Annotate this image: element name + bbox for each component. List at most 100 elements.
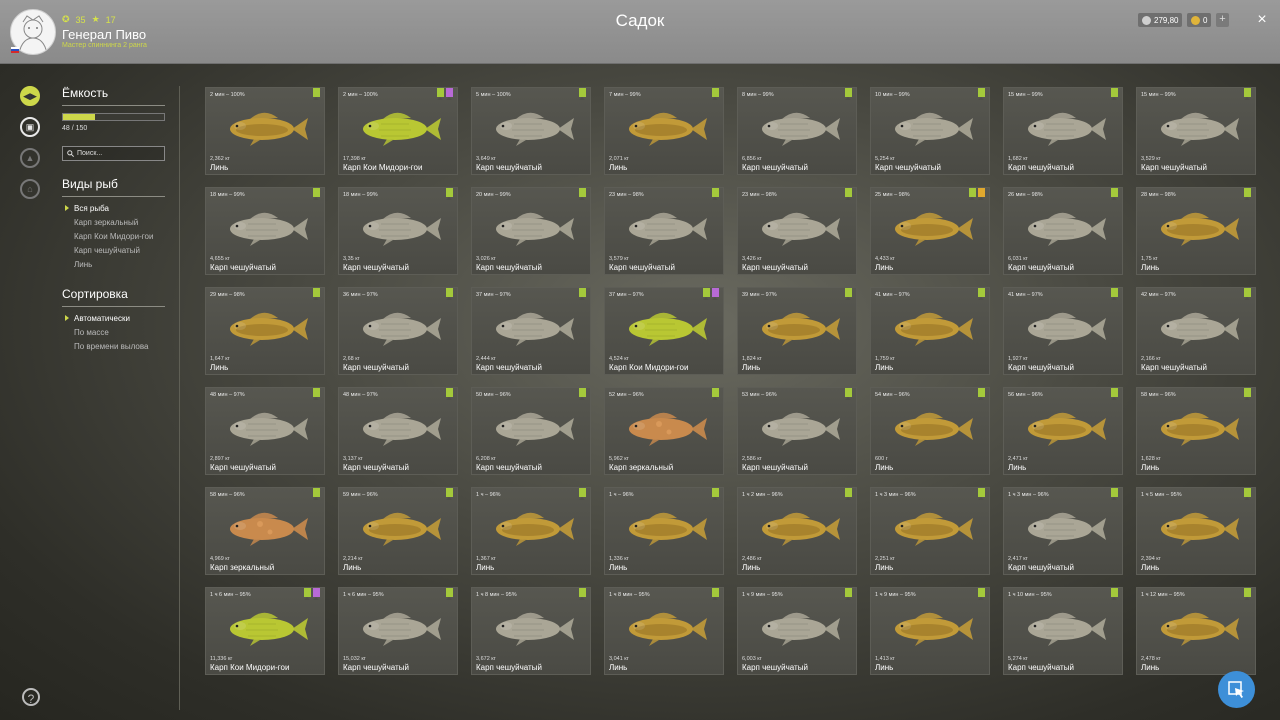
fish-name: Карп чешуйчатый bbox=[343, 463, 409, 472]
fish-card[interactable]: 53 мин – 96% 2,586 кг Карп чешуйчатый bbox=[737, 387, 857, 475]
fish-weight: 15,032 кг bbox=[343, 656, 366, 662]
fish-filter-option-all[interactable]: Вся рыба bbox=[62, 201, 165, 215]
fish-card[interactable]: 52 мин – 96% 5,962 кг Карп зеркальный bbox=[604, 387, 724, 475]
fish-card[interactable]: 23 мин – 98% 3,426 кг Карп чешуйчатый bbox=[737, 187, 857, 275]
fish-card[interactable]: 42 мин – 97% 2,166 кг Карп чешуйчатый bbox=[1136, 287, 1256, 375]
fish-card[interactable]: 1 ч 6 мин – 95% 11,336 кг Карп Кои Мидори-… bbox=[205, 587, 325, 675]
fish-weight: 2,071 кг bbox=[609, 156, 629, 162]
bookmark-green-icon bbox=[845, 288, 852, 300]
player-name[interactable]: Генерал Пиво bbox=[62, 27, 146, 42]
fish-card[interactable]: 1 ч 2 мин – 96% 2,486 кг Линь bbox=[737, 487, 857, 575]
fish-card[interactable]: 50 мин – 96% 6,208 кг Карп чешуйчатый bbox=[471, 387, 591, 475]
fish-card[interactable]: 18 мин – 99% 4,655 кг Карп чешуйчатый bbox=[205, 187, 325, 275]
sort-option-time[interactable]: По времени вылова bbox=[62, 339, 165, 353]
fish-card[interactable]: 58 мин – 96% 4,969 кг Карп зеркальный bbox=[205, 487, 325, 575]
fish-card[interactable]: 5 мин – 100% 3,649 кг Карп чешуйчатый bbox=[471, 87, 591, 175]
fish-weight: 5,274 кг bbox=[1008, 656, 1028, 662]
fish-image bbox=[363, 112, 441, 146]
player-level: 35 bbox=[75, 14, 86, 25]
bookmark-green-icon bbox=[969, 188, 976, 200]
fish-card[interactable]: 1 ч 9 мин – 95% 1,413 кг Линь bbox=[870, 587, 990, 675]
fish-card[interactable]: 25 мин – 98% 4,433 кг Линь bbox=[870, 187, 990, 275]
fish-card[interactable]: 59 мин – 96% 2,214 кг Линь bbox=[338, 487, 458, 575]
sort-option-auto[interactable]: Автоматически bbox=[62, 311, 165, 325]
catch-time: 41 мин – 97% bbox=[875, 292, 910, 298]
catch-time: 26 мин – 98% bbox=[1008, 192, 1043, 198]
fish-name: Линь bbox=[875, 263, 894, 272]
fish-card[interactable]: 41 мин – 97% 1,927 кг Карп чешуйчатый bbox=[1003, 287, 1123, 375]
keepnet-fish-icon[interactable]: ◀▶ bbox=[20, 86, 40, 106]
fish-card[interactable]: 1 ч 3 мин – 96% 2,251 кг Линь bbox=[870, 487, 990, 575]
fish-card[interactable]: 8 мин – 99% 6,856 кг Карп чешуйчатый bbox=[737, 87, 857, 175]
fish-card[interactable]: 1 ч 12 мин – 95% 2,478 кг Линь bbox=[1136, 587, 1256, 675]
fish-card[interactable]: 1 ч 8 мин – 95% 3,041 кг Линь bbox=[604, 587, 724, 675]
bookmark-green-icon bbox=[446, 488, 453, 500]
catch-time: 1 ч 2 мин – 96% bbox=[742, 492, 783, 498]
catch-time: 20 мин – 99% bbox=[476, 192, 511, 198]
catch-time: 10 мин – 99% bbox=[875, 92, 910, 98]
fish-filter-option-mirror[interactable]: Карп зеркальный bbox=[62, 215, 165, 229]
silver-balance[interactable]: 279,80 bbox=[1138, 13, 1183, 27]
catch-time: 50 мин – 96% bbox=[476, 392, 511, 398]
fish-filter-option-common[interactable]: Карп чешуйчатый bbox=[62, 243, 165, 257]
fish-card[interactable]: 1 ч 10 мин – 95% 5,274 кг Карп чешуйчатый bbox=[1003, 587, 1123, 675]
fish-card[interactable]: 36 мин – 97% 2,68 кг Карп чешуйчатый bbox=[338, 287, 458, 375]
fish-card[interactable]: 20 мин – 99% 3,026 кг Карп чешуйчатый bbox=[471, 187, 591, 275]
gold-amount: 0 bbox=[1203, 15, 1208, 25]
home-icon[interactable]: ⌂ bbox=[20, 179, 40, 199]
fish-weight: 6,856 кг bbox=[742, 156, 762, 162]
capacity-title: Ёмкость bbox=[62, 86, 165, 106]
fish-filter-option-tench[interactable]: Линь bbox=[62, 257, 165, 271]
fish-image bbox=[895, 312, 973, 346]
fish-card[interactable]: 56 мин – 96% 2,471 кг Линь bbox=[1003, 387, 1123, 475]
add-currency-button[interactable]: + bbox=[1216, 13, 1229, 27]
close-button[interactable]: × bbox=[1255, 12, 1269, 28]
fish-name: Линь bbox=[609, 163, 628, 172]
fish-card[interactable]: 1 ч – 96% 1,336 кг Линь bbox=[604, 487, 724, 575]
fish-image bbox=[496, 612, 574, 646]
fish-card[interactable]: 37 мин – 97% 2,444 кг Карп чешуйчатый bbox=[471, 287, 591, 375]
fish-card[interactable]: 15 мин – 99% 3,529 кг Карп чешуйчатый bbox=[1136, 87, 1256, 175]
fish-name: Карп чешуйчатый bbox=[1008, 163, 1074, 172]
fish-image bbox=[230, 112, 308, 146]
fish-image bbox=[762, 412, 840, 446]
help-button[interactable]: ? bbox=[22, 688, 40, 706]
player-rank: Мастер спиннинга 2 ранга bbox=[62, 42, 147, 49]
fish-weight: 1,336 кг bbox=[609, 556, 629, 562]
fish-card[interactable]: 39 мин – 97% 1,824 кг Линь bbox=[737, 287, 857, 375]
fish-card[interactable]: 2 мин – 100% 17,398 кг Карп Кои Мидори-гои bbox=[338, 87, 458, 175]
fish-card[interactable]: 2 мин – 100% 2,362 кг Линь bbox=[205, 87, 325, 175]
fish-card[interactable]: 15 мин – 99% 1,682 кг Карп чешуйчатый bbox=[1003, 87, 1123, 175]
fish-card[interactable]: 48 мин – 97% 2,897 кг Карп чешуйчатый bbox=[205, 387, 325, 475]
keepnet-bag-icon[interactable]: ▣ bbox=[20, 117, 40, 137]
fish-card[interactable]: 48 мин – 97% 3,137 кг Карп чешуйчатый bbox=[338, 387, 458, 475]
fish-card[interactable]: 58 мин – 96% 1,628 кг Линь bbox=[1136, 387, 1256, 475]
fish-card[interactable]: 23 мин – 98% 3,579 кг Карп чешуйчатый bbox=[604, 187, 724, 275]
bookmark-green-icon bbox=[712, 88, 719, 100]
fish-card[interactable]: 1 ч 6 мин – 95% 15,032 кг Карп чешуйчатый bbox=[338, 587, 458, 675]
fish-card[interactable]: 1 ч 9 мин – 95% 6,003 кг Карп чешуйчатый bbox=[737, 587, 857, 675]
sort-option-weight[interactable]: По массе bbox=[62, 325, 165, 339]
search-input[interactable]: Поиск... bbox=[62, 146, 165, 161]
fish-name: Карп чешуйчатый bbox=[343, 663, 409, 672]
trophy-icon[interactable]: ▲ bbox=[20, 148, 40, 168]
fish-card[interactable]: 1 ч 5 мин – 95% 2,394 кг Линь bbox=[1136, 487, 1256, 575]
fish-weight: 2,444 кг bbox=[476, 356, 496, 362]
fish-filter-option-koi[interactable]: Карп Кои Мидори-гои bbox=[62, 229, 165, 243]
fish-card[interactable]: 28 мин – 98% 1,75 кг Линь bbox=[1136, 187, 1256, 275]
fish-card[interactable]: 41 мин – 97% 1,759 кг Линь bbox=[870, 287, 990, 375]
fish-card[interactable]: 1 ч 3 мин – 96% 2,417 кг Карп чешуйчатый bbox=[1003, 487, 1123, 575]
fish-card[interactable]: 29 мин – 98% 1,647 кг Линь bbox=[205, 287, 325, 375]
fish-card[interactable]: 18 мин – 99% 3,35 кг Карп чешуйчатый bbox=[338, 187, 458, 275]
fish-card[interactable]: 1 ч 8 мин – 95% 3,672 кг Карп чешуйчатый bbox=[471, 587, 591, 675]
bookmark-green-icon bbox=[978, 288, 985, 300]
fish-card[interactable]: 10 мин – 99% 5,254 кг Карп чешуйчатый bbox=[870, 87, 990, 175]
cursor-mode-button[interactable] bbox=[1218, 671, 1255, 708]
fish-card[interactable]: 7 мин – 99% 2,071 кг Линь bbox=[604, 87, 724, 175]
fish-card[interactable]: 37 мин – 97% 4,524 кг Карп Кои Мидори-гои bbox=[604, 287, 724, 375]
gold-balance[interactable]: 0 bbox=[1187, 13, 1212, 27]
fish-card[interactable]: 26 мин – 98% 6,031 кг Карп чешуйчатый bbox=[1003, 187, 1123, 275]
catch-time: 1 ч 9 мин – 95% bbox=[875, 592, 916, 598]
fish-card[interactable]: 54 мин – 96% 600 г Линь bbox=[870, 387, 990, 475]
fish-card[interactable]: 1 ч – 96% 1,367 кг Линь bbox=[471, 487, 591, 575]
